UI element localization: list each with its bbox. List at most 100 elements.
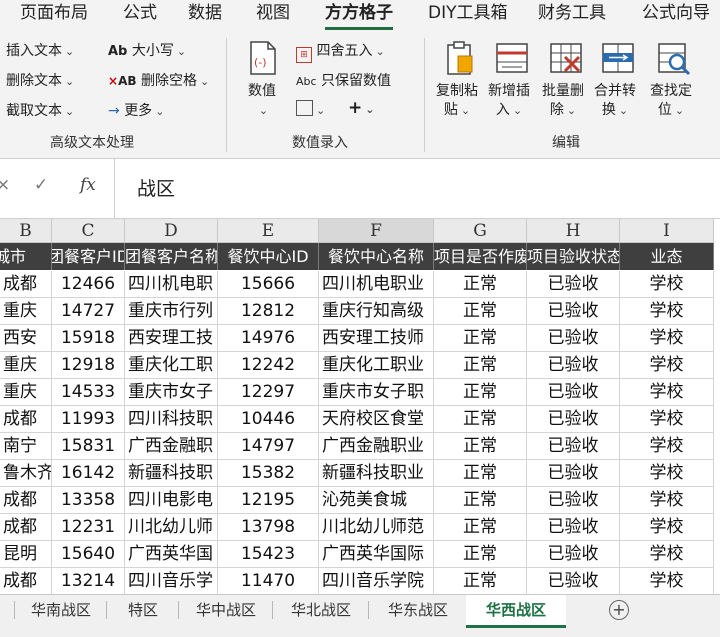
cell-format[interactable]: 学校	[620, 514, 714, 541]
cell-acceptance[interactable]: 已验收	[527, 568, 620, 595]
value-button[interactable]: 数值 ⌄	[248, 82, 276, 120]
cell-center-id[interactable]: 15666	[218, 271, 319, 298]
cell-acceptance[interactable]: 已验收	[527, 298, 620, 325]
column-header-g[interactable]: G	[434, 219, 527, 243]
column-header-c[interactable]: C	[52, 219, 125, 243]
column-header-e[interactable]: E	[218, 219, 319, 243]
cell-void-status[interactable]: 正常	[434, 541, 527, 568]
cell-client-name[interactable]: 西安理工技	[125, 325, 218, 352]
cell-acceptance[interactable]: 已验收	[527, 514, 620, 541]
cell-city[interactable]: 重庆	[0, 379, 52, 406]
cell-client-name[interactable]: 重庆市行列	[125, 298, 218, 325]
keep-values-button[interactable]: Abc 只保留数值	[296, 70, 391, 90]
cell-client-id[interactable]: 12231	[52, 514, 125, 541]
table-header-city[interactable]: 城市	[0, 243, 52, 270]
more-button[interactable]: → 更多 ⌄	[108, 100, 164, 120]
cell-city[interactable]: 成都	[0, 406, 52, 433]
cell-void-status[interactable]: 正常	[434, 406, 527, 433]
cell-void-status[interactable]: 正常	[434, 325, 527, 352]
cell-format[interactable]: 学校	[620, 379, 714, 406]
cell-acceptance[interactable]: 已验收	[527, 379, 620, 406]
cell-acceptance[interactable]: 已验收	[527, 325, 620, 352]
sheet-tab-tequ[interactable]: 特区	[108, 595, 178, 625]
cell-acceptance[interactable]: 已验收	[527, 352, 620, 379]
copy-paste-button[interactable]: 复制粘贴 ⌄	[436, 82, 478, 120]
table-header-center-name[interactable]: 餐饮中心名称	[319, 243, 434, 270]
cell-center-name[interactable]: 广西金融职业	[319, 433, 434, 460]
cell-void-status[interactable]: 正常	[434, 352, 527, 379]
add-sheet-icon[interactable]: +	[609, 600, 629, 620]
sheet-tab-huadong[interactable]: 华东战区	[370, 595, 466, 625]
cell-city[interactable]: 鲁木齐	[0, 460, 52, 487]
cell-void-status[interactable]: 正常	[434, 487, 527, 514]
cancel-icon[interactable]: ×	[0, 175, 10, 195]
cell-void-status[interactable]: 正常	[434, 433, 527, 460]
cell-center-name[interactable]: 新疆科技职业	[319, 460, 434, 487]
cell-client-name[interactable]: 四川科技职	[125, 406, 218, 433]
cell-void-status[interactable]: 正常	[434, 568, 527, 595]
cell-city[interactable]: 成都	[0, 568, 52, 595]
cell-center-name[interactable]: 四川音乐学院	[319, 568, 434, 595]
tab-formulas[interactable]: 公式	[123, 0, 157, 32]
tab-formula-wizard[interactable]: 公式向导	[642, 0, 710, 32]
cell-client-name[interactable]: 川北幼儿师	[125, 514, 218, 541]
cell-client-id[interactable]: 12466	[52, 271, 125, 298]
fx-icon[interactable]: fx	[80, 175, 96, 195]
tab-page-layout[interactable]: 页面布局	[20, 0, 88, 32]
cell-client-id[interactable]: 16142	[52, 460, 125, 487]
cell-client-name[interactable]: 重庆化工职	[125, 352, 218, 379]
cell-format[interactable]: 学校	[620, 406, 714, 433]
cell-city[interactable]: 西安	[0, 325, 52, 352]
cell-client-id[interactable]: 14533	[52, 379, 125, 406]
tab-diy-toolbox[interactable]: DIY工具箱	[428, 0, 508, 32]
cell-center-name[interactable]: 四川机电职业	[319, 271, 434, 298]
cell-center-name[interactable]: 重庆行知高级	[319, 298, 434, 325]
cell-client-name[interactable]: 四川音乐学	[125, 568, 218, 595]
cell-center-id[interactable]: 11470	[218, 568, 319, 595]
find-locate-button[interactable]: 查找定位 ⌄	[650, 82, 692, 120]
cell-client-name[interactable]: 新疆科技职	[125, 460, 218, 487]
tab-data[interactable]: 数据	[188, 0, 222, 32]
table-header-acceptance[interactable]: 项目验收状态	[527, 243, 620, 270]
cell-format[interactable]: 学校	[620, 487, 714, 514]
delete-text-button[interactable]: 删除文本 ⌄	[6, 70, 74, 90]
cell-client-id[interactable]: 13358	[52, 487, 125, 514]
cell-city[interactable]: 重庆	[0, 298, 52, 325]
cell-format[interactable]: 学校	[620, 568, 714, 595]
delete-spaces-button[interactable]: ×AB 删除空格 ⌄	[108, 70, 209, 90]
column-header-i[interactable]: I	[620, 219, 714, 243]
cell-format[interactable]: 学校	[620, 352, 714, 379]
column-header-h[interactable]: H	[527, 219, 620, 243]
extract-text-button[interactable]: 截取文本 ⌄	[6, 100, 74, 120]
sheet-tab-huaxi[interactable]: 华西战区	[466, 595, 566, 628]
cell-format[interactable]: 学校	[620, 271, 714, 298]
cell-center-name[interactable]: 重庆市女子职	[319, 379, 434, 406]
cell-city[interactable]: 成都	[0, 487, 52, 514]
cell-void-status[interactable]: 正常	[434, 514, 527, 541]
cell-format[interactable]: 学校	[620, 298, 714, 325]
cell-client-id[interactable]: 13214	[52, 568, 125, 595]
cell-center-id[interactable]: 15382	[218, 460, 319, 487]
merge-convert-button[interactable]: 合并转换 ⌄	[594, 82, 636, 120]
cell-void-status[interactable]: 正常	[434, 379, 527, 406]
cell-center-id[interactable]: 12195	[218, 487, 319, 514]
table-header-center-id[interactable]: 餐饮中心ID	[218, 243, 319, 270]
round-button[interactable]: ⊞ 四舍五入 ⌄	[296, 40, 385, 63]
cell-center-id[interactable]: 12242	[218, 352, 319, 379]
cell-center-name[interactable]: 川北幼儿师范	[319, 514, 434, 541]
confirm-icon[interactable]: ✓	[34, 175, 48, 195]
sheet-tab-huanan[interactable]: 华南战区	[16, 595, 106, 625]
cell-acceptance[interactable]: 已验收	[527, 406, 620, 433]
sheet-tab-huabei[interactable]: 华北战区	[274, 595, 368, 625]
table-header-client-id[interactable]: 团餐客户ID	[52, 243, 125, 270]
cell-center-name[interactable]: 广西英华国际	[319, 541, 434, 568]
formula-input[interactable]: 战区	[114, 159, 720, 218]
cell-acceptance[interactable]: 已验收	[527, 433, 620, 460]
add-insert-button[interactable]: 新增插入 ⌄	[488, 82, 530, 120]
cell-center-id[interactable]: 10446	[218, 406, 319, 433]
cell-city[interactable]: 成都	[0, 514, 52, 541]
cell-void-status[interactable]: 正常	[434, 298, 527, 325]
cell-city[interactable]: 南宁	[0, 433, 52, 460]
table-header-void-status[interactable]: 项目是否作废	[434, 243, 527, 270]
case-button[interactable]: Ab 大小写 ⌄	[108, 40, 186, 60]
